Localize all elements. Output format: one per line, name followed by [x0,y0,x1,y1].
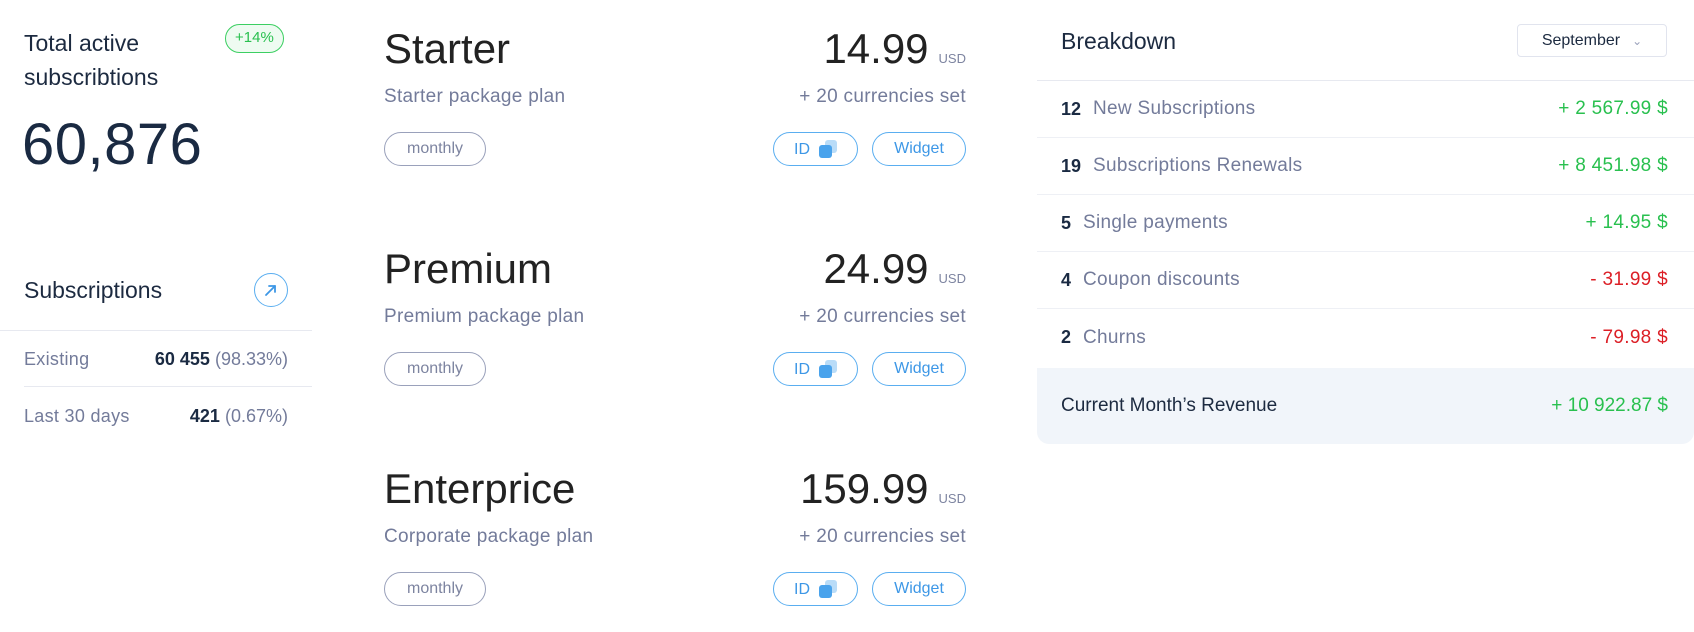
stat-label: Existing [24,349,90,369]
chevron-down-icon: ⌄ [1632,33,1643,48]
plan-price-currency: USD [938,51,966,66]
plan-card-starter: Starter Starter package plan 14.99 USD +… [384,24,966,184]
subscriptions-open-button[interactable] [254,273,288,307]
stat-label: Last 30 days [24,406,130,426]
stat-percent: (0.67%) [224,406,288,426]
copy-id-label: ID [794,580,810,598]
copy-icon [819,140,837,158]
subscriptions-title: Subscriptions [24,277,163,303]
month-select[interactable]: September ⌄ [1517,24,1667,57]
stat-value: 421 [189,406,220,426]
month-select-value: September [1541,31,1621,49]
plan-currencies-note: + 20 currencies set [799,306,966,327]
breakdown-row: 12 New Subscriptions + 2 567.99 $ [1037,81,1694,138]
copy-icon [819,580,837,598]
revenue-summary: Current Month’s Revenue + 10 922.87 $ [1037,368,1694,444]
breakdown-title: Breakdown [1061,28,1177,54]
breakdown-count: 4 [1061,269,1072,290]
trend-badge: +14% [225,24,284,53]
breakdown-row: 2 Churns - 79.98 $ [1037,309,1694,366]
stat-value: 60 455 [154,349,210,369]
plan-card-premium: Premium Premium package plan 24.99 USD +… [384,244,966,404]
plan-name: Premium [384,245,553,292]
revenue-label: Current Month’s Revenue [1061,395,1278,416]
copy-id-label: ID [794,140,810,158]
breakdown-label: Coupon discounts [1083,269,1240,290]
breakdown-label: Churns [1083,326,1147,348]
plan-currencies-note: + 20 currencies set [799,86,966,107]
plan-currencies-note: + 20 currencies set [799,526,966,547]
widget-button[interactable]: Widget [872,352,966,386]
breakdown-count: 2 [1061,327,1072,347]
plan-card-enterprice: Enterprice Corporate package plan 159.99… [384,464,966,624]
plan-period-tag: monthly [384,132,486,166]
breakdown-amount: + 14.95 $ [1585,212,1668,233]
revenue-amount: + 10 922.87 $ [1551,395,1668,416]
plan-price: 14.99 USD [823,24,966,74]
breakdown-count: 19 [1061,155,1082,176]
plan-period-tag: monthly [384,352,486,386]
plan-period-tag: monthly [384,572,486,606]
breakdown-amount: + 2 567.99 $ [1558,98,1668,119]
copy-id-label: ID [794,360,810,378]
plan-price: 24.99 USD [823,244,966,294]
arrow-up-right-icon [265,285,276,296]
stat-percent: (98.33%) [214,349,288,369]
breakdown-row: 19 Subscriptions Renewals + 8 451.98 $ [1037,138,1694,195]
breakdown-label: Single payments [1083,212,1228,233]
breakdown-amount: - 79.98 $ [1590,326,1668,348]
breakdown-amount: - 31.99 $ [1590,269,1668,290]
breakdown-amount: + 8 451.98 $ [1558,155,1668,176]
breakdown-row: 5 Single payments + 14.95 $ [1037,195,1694,252]
breakdown-label: Subscriptions Renewals [1093,155,1303,176]
breakdown-label: New Subscriptions [1093,98,1256,119]
divider [24,386,312,387]
plan-price-currency: USD [938,271,966,286]
stat-value-group: 421 (0.67%) [190,403,288,429]
plan-price-amount: 159.99 [800,465,929,512]
copy-id-button[interactable]: ID [773,132,858,166]
copy-id-button[interactable]: ID [773,352,858,386]
stat-row-existing: Existing 60 455 (98.33%) [24,346,288,372]
plan-price-amount: 14.99 [823,25,929,72]
plan-price-currency: USD [938,491,966,506]
plan-description: Starter package plan [384,86,566,107]
plan-price-amount: 24.99 [823,245,929,292]
stat-value-group: 60 455 (98.33%) [155,346,288,372]
plan-name: Enterprice [384,465,576,512]
plan-price: 159.99 USD [800,464,966,514]
divider [0,330,312,331]
plan-description: Corporate package plan [384,526,594,547]
total-active-value: 60,876 [22,112,203,177]
copy-id-button[interactable]: ID [773,572,858,606]
widget-button[interactable]: Widget [872,572,966,606]
widget-button[interactable]: Widget [872,132,966,166]
breakdown-count: 5 [1061,212,1072,233]
plan-description: Premium package plan [384,306,585,327]
copy-icon [819,360,837,378]
plan-name: Starter [384,25,511,72]
breakdown-row: 4 Coupon discounts - 31.99 $ [1037,252,1694,309]
total-active-title: Total active subscribtions [24,30,159,90]
stat-row-last-30-days: Last 30 days 421 (0.67%) [24,403,288,429]
breakdown-count: 12 [1061,98,1082,119]
